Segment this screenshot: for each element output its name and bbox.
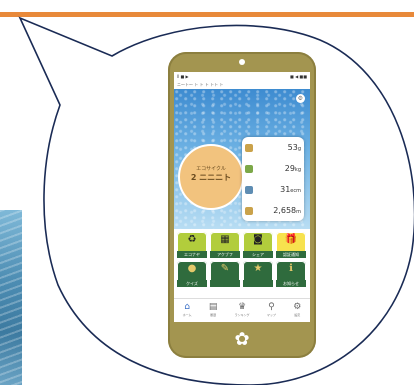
tile-reward[interactable]: 🎁 認証通知 — [276, 232, 306, 258]
star-icon: ★ — [253, 263, 263, 274]
tab-ranking[interactable]: ♛ ランキング — [235, 299, 250, 322]
tile-album[interactable]: ▦ アクブフ — [210, 232, 240, 258]
tab-label: 履歴 — [210, 313, 217, 317]
tile-pencil[interactable]: ✎ — [210, 261, 240, 287]
stat-unit: g — [297, 146, 301, 152]
gear-icon: ⚙ — [293, 302, 302, 312]
status-bar: ll ■ ▶ ■ ◀ ■■ — [174, 72, 310, 81]
crown-icon: ♛ — [238, 302, 247, 312]
tile-label: アクブフ — [210, 251, 240, 258]
stat-value: 31 — [280, 185, 291, 194]
stat-row: 29kg — [242, 158, 304, 179]
quiz-icon: ● — [187, 263, 197, 274]
stat-value: 29 — [284, 164, 295, 173]
stat-unit: m — [296, 209, 301, 215]
stat-row: 31ecm — [242, 179, 304, 200]
stat-row: 2,658m — [242, 200, 304, 221]
status-left: ll ■ ▶ — [177, 74, 189, 79]
tab-label: 設定 — [294, 313, 301, 317]
menu-grid: ♻ エコナヤ ▦ アクブフ ◙ シェア 🎁 認証通知 ● クイズ ✎ ★ ℹ お知らせ — [177, 232, 307, 287]
tab-history[interactable]: ▤ 履歴 — [209, 299, 218, 322]
stats-card: 53g 29kg 31ecm 2,658m — [242, 137, 304, 221]
calendar-icon: ▦ — [220, 234, 230, 245]
tab-label: ホーム — [182, 313, 192, 317]
tile-label — [210, 280, 240, 287]
tab-settings[interactable]: ⚙ 設定 — [293, 299, 301, 322]
pencil-icon: ✎ — [220, 263, 230, 274]
stat-value: 53 — [287, 143, 298, 152]
tile-label: エコナヤ — [177, 251, 207, 258]
tile-quiz[interactable]: ● クイズ — [177, 261, 207, 287]
tile-label: シェア — [243, 251, 273, 258]
camera-dot — [239, 59, 245, 65]
bottle-icon — [245, 143, 253, 152]
tab-label: ランキング — [234, 313, 250, 317]
phone-mockup: ll ■ ▶ ■ ◀ ■■ ニ～ト～ ト ト ト トト ト ⚙ エコサイクル 2… — [168, 52, 316, 358]
bottom-tab-bar: ⌂ ホーム ▤ 履歴 ♛ ランキング ⚲ マップ ⚙ 設定 — [174, 298, 310, 322]
tile-news[interactable]: ℹ お知らせ — [276, 261, 306, 287]
app-subtitle: ニ～ト～ ト ト ト トト ト — [177, 82, 224, 87]
distance-icon — [245, 206, 253, 215]
tile-label: クイズ — [177, 280, 207, 287]
eco-circle: エコサイクル 2 ニニニト — [178, 144, 244, 210]
recycle-icon: ♻ — [187, 234, 197, 245]
stat-value: 2,658 — [273, 206, 297, 215]
history-icon: ▤ — [208, 302, 218, 312]
tab-label: マップ — [266, 313, 276, 317]
circle-value: 2 ニニニト — [190, 173, 232, 182]
tile-label — [243, 280, 273, 287]
tile-share[interactable]: ◙ シェア — [243, 232, 273, 258]
map-pin-icon: ⚲ — [268, 302, 275, 312]
gift-icon: 🎁 — [284, 234, 298, 245]
stat-unit: kg — [294, 167, 301, 173]
tile-label: お知らせ — [276, 280, 306, 287]
stat-unit: ecm — [290, 188, 301, 194]
tile-label: 認証通知 — [276, 251, 306, 258]
stat-row: 53g — [242, 137, 304, 158]
app-screen: ll ■ ▶ ■ ◀ ■■ ニ～ト～ ト ト ト トト ト ⚙ エコサイクル 2… — [174, 72, 310, 322]
status-right: ■ ◀ ■■ — [290, 74, 307, 79]
flower-logo-icon: ✿ — [234, 329, 250, 350]
tab-home[interactable]: ⌂ ホーム — [183, 299, 192, 322]
cup-icon — [245, 185, 253, 194]
leaf-icon — [245, 164, 253, 173]
tile-star[interactable]: ★ — [243, 261, 273, 287]
settings-icon[interactable]: ⚙ — [296, 94, 305, 103]
circle-caption: エコサイクル — [196, 166, 226, 172]
info-icon: ℹ — [289, 263, 293, 274]
home-icon: ⌂ — [184, 302, 190, 312]
tab-map[interactable]: ⚲ マップ — [267, 299, 276, 322]
tile-ecocha[interactable]: ♻ エコナヤ — [177, 232, 207, 258]
camera-icon: ◙ — [253, 234, 263, 245]
